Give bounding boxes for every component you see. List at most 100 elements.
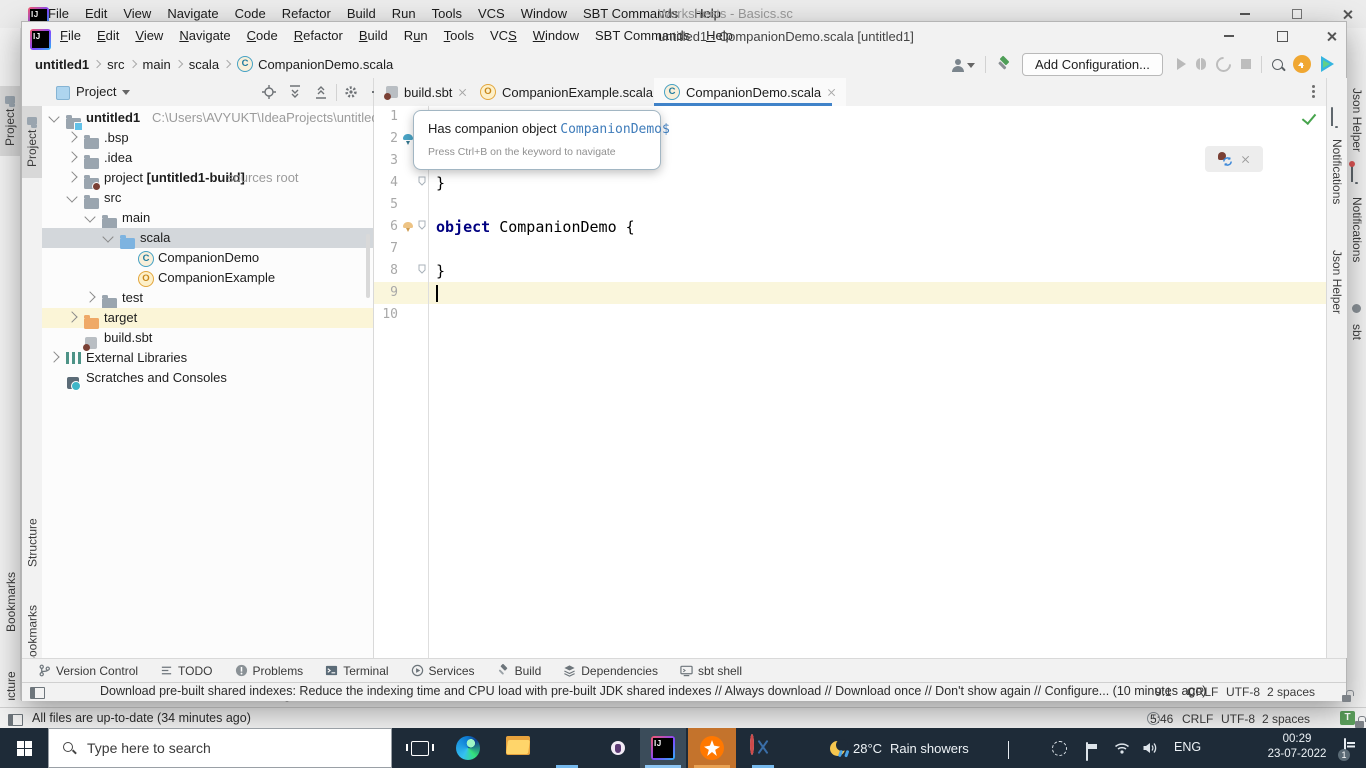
- bg-stripe-notifications[interactable]: Notifications: [1349, 182, 1365, 278]
- tree-item-idea[interactable]: .idea: [42, 148, 373, 168]
- tree-item-main[interactable]: main: [42, 208, 373, 228]
- menu-vcs[interactable]: VCS: [482, 22, 525, 50]
- avast-taskbar-slot[interactable]: [688, 728, 736, 768]
- tooltip-link[interactable]: CompanionDemo$: [560, 122, 670, 137]
- build-hammer-icon[interactable]: [996, 56, 1012, 72]
- fold-marker[interactable]: [418, 264, 426, 274]
- menu-tools[interactable]: Tools: [436, 22, 482, 50]
- breadcrumb-project[interactable]: untitled1: [35, 57, 89, 72]
- intellij-taskbar-slot[interactable]: IJ: [640, 728, 686, 768]
- locate-icon[interactable]: [262, 85, 276, 99]
- menu-code[interactable]: Code: [239, 22, 286, 50]
- project-view-dropdown[interactable]: Project: [76, 84, 130, 99]
- minimize-button[interactable]: [1212, 25, 1246, 47]
- bg-status-indent[interactable]: 2 spaces: [1262, 712, 1310, 726]
- battery-icon[interactable]: [1086, 742, 1088, 761]
- fold-marker[interactable]: [418, 220, 426, 230]
- edge-icon[interactable]: [456, 736, 480, 760]
- toolwindow-todo[interactable]: TODO: [160, 664, 212, 678]
- lock-icon[interactable]: [1355, 721, 1364, 728]
- inspections-ok-icon[interactable]: [1302, 110, 1316, 125]
- expand-all-icon[interactable]: [288, 85, 302, 99]
- toolwindow-version-control[interactable]: Version Control: [38, 664, 138, 678]
- tree-item-bsp[interactable]: .bsp: [42, 128, 373, 148]
- stripe-project[interactable]: Project: [22, 106, 42, 178]
- collapse-all-icon[interactable]: [314, 85, 328, 99]
- toolwindow-services[interactable]: Services: [411, 664, 475, 678]
- stripe-structure[interactable]: Structure: [23, 504, 42, 582]
- volume-icon[interactable]: [1142, 741, 1158, 755]
- caret-position[interactable]: 9:1: [1155, 685, 1172, 699]
- tree-item-src[interactable]: src: [42, 188, 373, 208]
- line-ending-selector[interactable]: CRLF: [1187, 685, 1218, 699]
- snipping-tool-icon[interactable]: [750, 734, 754, 755]
- maximize-button[interactable]: [1265, 25, 1299, 47]
- sbt-reload-icon[interactable]: [1218, 152, 1232, 166]
- breadcrumb-main[interactable]: main: [143, 57, 171, 72]
- chevron-down-icon[interactable]: [66, 191, 77, 202]
- menu-edit[interactable]: Edit: [89, 22, 127, 50]
- bg-status-encoding[interactable]: UTF-8: [1221, 712, 1255, 726]
- toolwindow-toggle-icon[interactable]: [30, 687, 45, 699]
- tray-expand-button[interactable]: [1008, 742, 1009, 760]
- more-options-icon[interactable]: [1312, 85, 1315, 88]
- bg-stripe-sbt[interactable]: sbt: [1349, 318, 1365, 346]
- menu-view[interactable]: View: [127, 22, 171, 50]
- search-icon[interactable]: [1272, 59, 1283, 70]
- t-badge[interactable]: T: [1340, 711, 1355, 725]
- menu-refactor[interactable]: Refactor: [286, 22, 351, 50]
- toolwindow-build[interactable]: Build: [497, 664, 542, 678]
- tab-companionexample[interactable]: O CompanionExample.scala: [470, 78, 678, 106]
- chevron-right-icon[interactable]: [66, 131, 77, 142]
- toolwindow-dependencies[interactable]: Dependencies: [563, 664, 658, 678]
- coverage-button[interactable]: [1213, 53, 1234, 74]
- weather-widget[interactable]: 28°C Rain showers: [830, 728, 969, 768]
- chevron-right-icon[interactable]: [66, 311, 77, 322]
- status-message[interactable]: Download pre-built shared indexes: Reduc…: [100, 684, 1206, 698]
- profile-button[interactable]: [952, 57, 975, 72]
- toolwindow-sbt-shell[interactable]: sbt shell: [680, 664, 742, 678]
- gear-icon[interactable]: [344, 85, 358, 99]
- chevron-right-icon[interactable]: [66, 151, 77, 162]
- editor[interactable]: 1 2 3 4 5 6 7 8 9 10 } object CompanionD…: [374, 106, 1326, 658]
- breadcrumb-scala[interactable]: scala: [189, 57, 219, 72]
- menu-window[interactable]: Window: [525, 22, 587, 50]
- add-configuration-button[interactable]: Add Configuration...: [1022, 53, 1163, 76]
- menu-run[interactable]: Run: [396, 22, 436, 50]
- tab-companiondemo[interactable]: C CompanionDemo.scala: [654, 78, 846, 106]
- chevron-down-icon[interactable]: [102, 231, 113, 242]
- toolwindow-problems[interactable]: Problems: [235, 664, 304, 678]
- encoding-selector[interactable]: UTF-8: [1226, 685, 1260, 699]
- indent-selector[interactable]: 2 spaces: [1267, 685, 1315, 699]
- clock-widget[interactable]: 00:29 23-07-2022: [1252, 732, 1342, 762]
- bg-stripe-project[interactable]: Project: [0, 86, 20, 156]
- scala-plugin-icon[interactable]: [1321, 56, 1334, 72]
- run-button[interactable]: [1177, 58, 1186, 70]
- chevron-down-icon[interactable]: [84, 211, 95, 222]
- menu-file[interactable]: File: [52, 22, 89, 50]
- breadcrumb-file[interactable]: CompanionDemo.scala: [258, 57, 393, 72]
- bg-status-line-ending[interactable]: CRLF: [1182, 712, 1213, 726]
- tree-scrollbar[interactable]: [366, 234, 370, 298]
- debug-button[interactable]: [1196, 58, 1206, 70]
- chevron-right-icon[interactable]: [84, 291, 95, 302]
- stop-button[interactable]: [1241, 59, 1251, 69]
- taskbar-search[interactable]: Type here to search: [48, 728, 392, 768]
- start-button[interactable]: [0, 728, 48, 768]
- tree-item-scratches[interactable]: Scratches and Consoles: [42, 368, 373, 388]
- bg-status-time[interactable]: 5:46: [1150, 712, 1173, 726]
- tab-build-sbt[interactable]: build.sbt: [376, 78, 477, 106]
- tree-item-untitled1[interactable]: untitled1 C:\Users\AVYUKT\IdeaProjects\u…: [42, 108, 373, 128]
- tree-item-build-sbt[interactable]: build.sbt: [42, 328, 373, 348]
- chevron-right-icon[interactable]: [66, 171, 77, 182]
- close-icon[interactable]: [1241, 155, 1250, 164]
- sync-tray-icon[interactable]: [1052, 741, 1067, 756]
- tree-item-test[interactable]: test: [42, 288, 373, 308]
- close-icon[interactable]: [827, 88, 836, 97]
- fold-marker[interactable]: [418, 176, 426, 186]
- bg-stripe-json-helper[interactable]: Json Helper: [1349, 72, 1365, 168]
- close-icon[interactable]: [458, 88, 467, 97]
- task-view-button[interactable]: [400, 728, 440, 768]
- stripe-notifications[interactable]: Notifications: [1329, 126, 1345, 218]
- tree-item-project-build[interactable]: project [untitled1-build] sources root: [42, 168, 373, 188]
